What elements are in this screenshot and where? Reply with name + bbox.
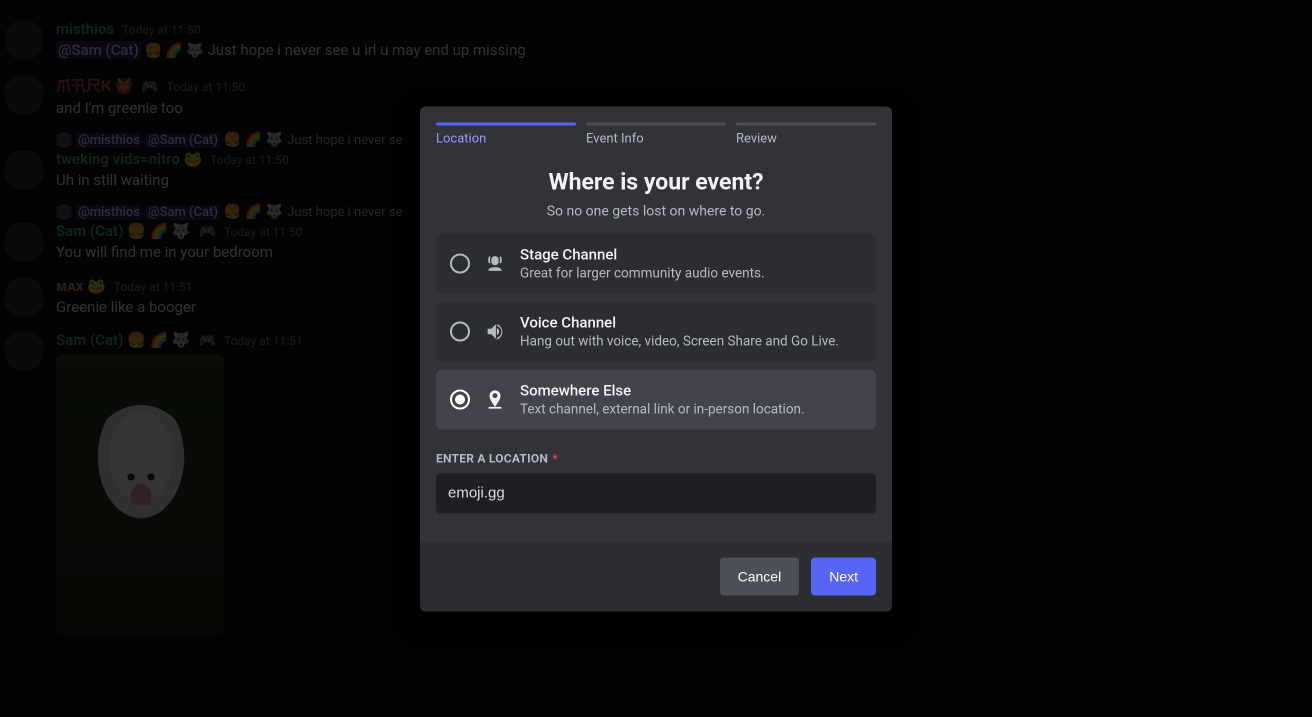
option-somewhere-else[interactable]: Somewhere Else Text channel, external li… xyxy=(436,369,876,429)
field-label: Enter a Location* xyxy=(436,451,876,465)
speaker-icon xyxy=(484,320,506,342)
modal-title: Where is your event? xyxy=(436,168,876,195)
modal-subtitle: So no one gets lost on where to go. xyxy=(436,203,876,219)
next-button[interactable]: Next xyxy=(811,557,876,595)
step-location[interactable]: Location xyxy=(436,122,576,146)
location-input[interactable] xyxy=(436,473,876,513)
location-options: Stage Channel Great for larger community… xyxy=(420,233,892,429)
option-title: Voice Channel xyxy=(520,313,839,331)
option-desc: Hang out with voice, video, Screen Share… xyxy=(520,333,839,349)
step-review[interactable]: Review xyxy=(736,122,876,146)
stage-icon xyxy=(484,252,506,274)
step-indicator: Location Event Info Review xyxy=(420,106,892,146)
option-stage-channel[interactable]: Stage Channel Great for larger community… xyxy=(436,233,876,293)
create-event-modal: Location Event Info Review Where is your… xyxy=(420,106,892,611)
option-title: Somewhere Else xyxy=(520,381,805,399)
modal-footer: Cancel Next xyxy=(420,541,892,611)
radio-icon xyxy=(450,389,470,409)
radio-icon xyxy=(450,253,470,273)
location-pin-icon xyxy=(484,388,506,410)
step-event-info[interactable]: Event Info xyxy=(586,122,726,146)
cancel-button[interactable]: Cancel xyxy=(720,557,800,595)
radio-icon xyxy=(450,321,470,341)
option-desc: Text channel, external link or in-person… xyxy=(520,401,805,417)
option-desc: Great for larger community audio events. xyxy=(520,265,765,281)
option-title: Stage Channel xyxy=(520,245,765,263)
location-field: Enter a Location* xyxy=(420,429,892,513)
option-voice-channel[interactable]: Voice Channel Hang out with voice, video… xyxy=(436,301,876,361)
